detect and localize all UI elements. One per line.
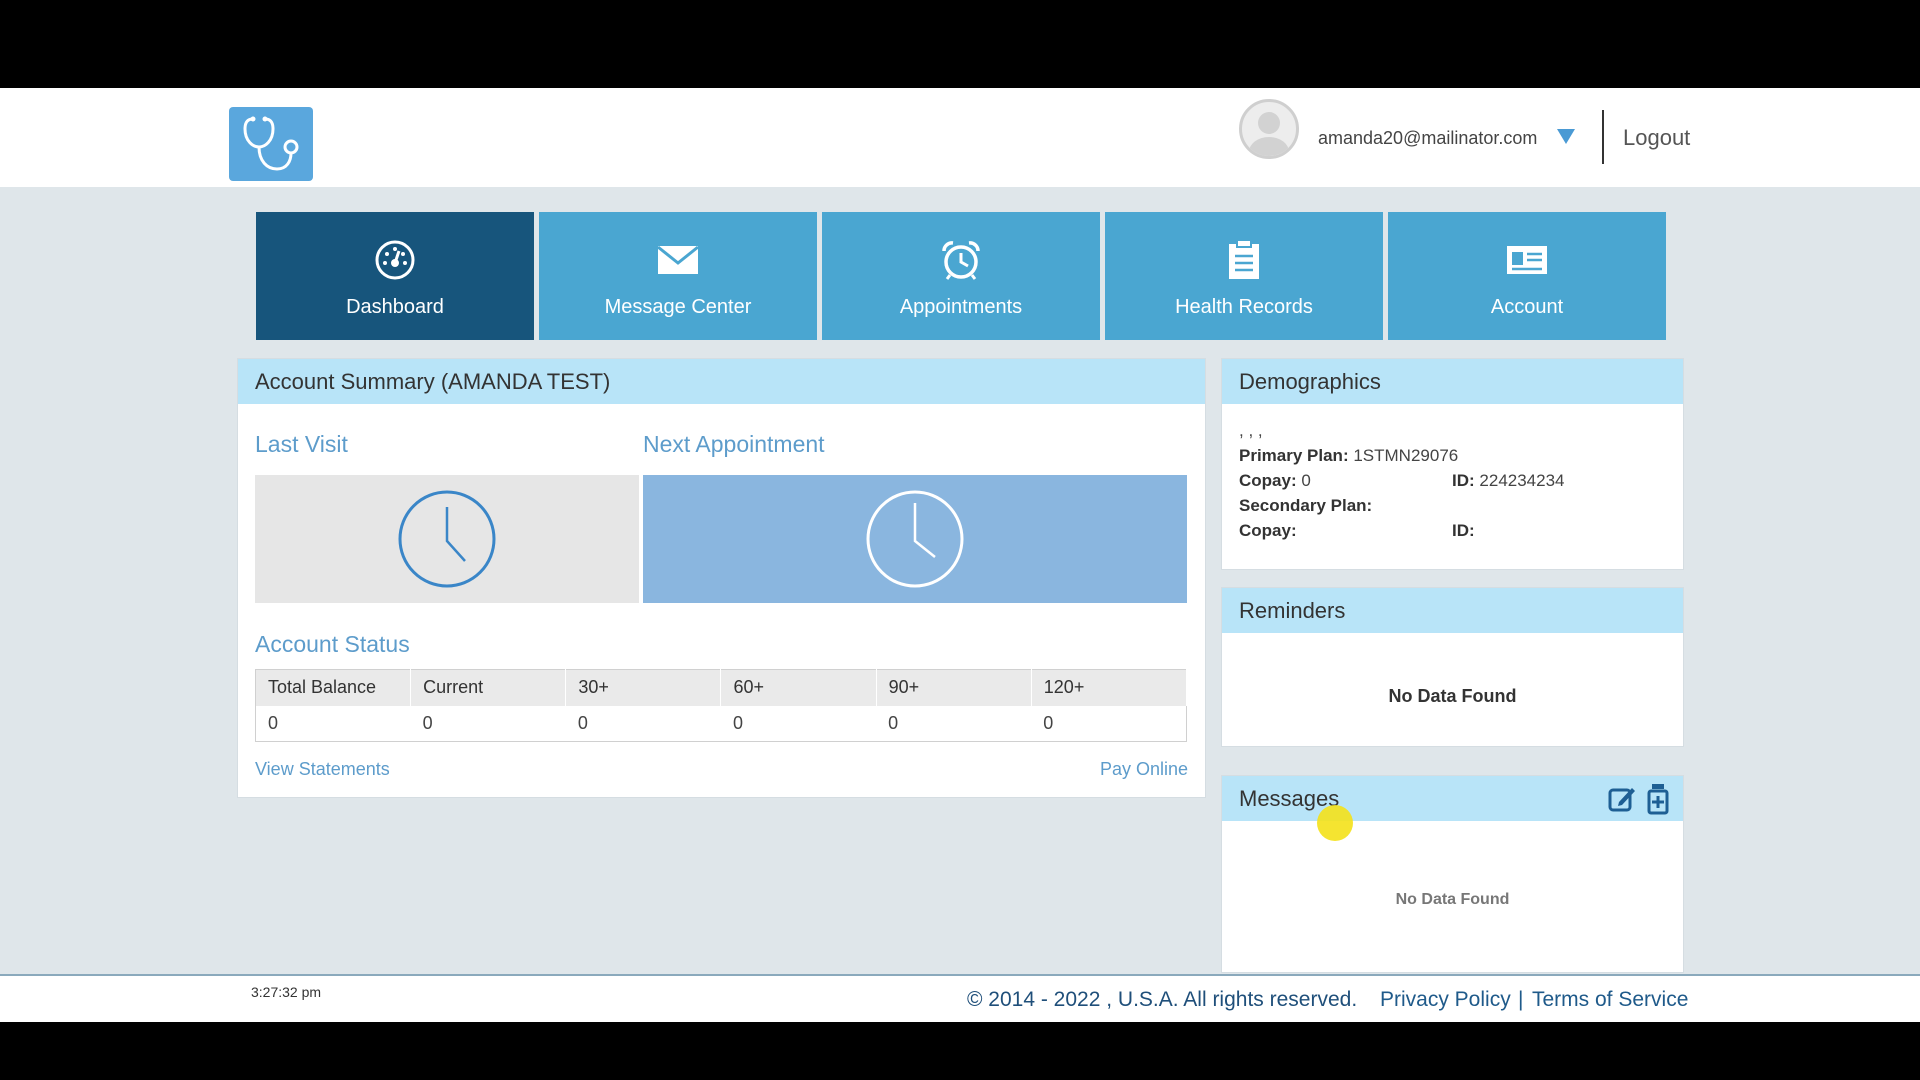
copay-value: 0 bbox=[1301, 471, 1311, 490]
copyright-text: © 2014 - 2022 , U.S.A. All rights reserv… bbox=[967, 988, 1358, 1011]
nav-tile-label: Appointments bbox=[899, 296, 1023, 318]
footer: 3:27:32 pm © 2014 - 2022 , U.S.A. All ri… bbox=[0, 974, 1920, 1022]
logout-link[interactable]: Logout bbox=[1623, 125, 1690, 151]
account-status-table: Total Balance Current 30+ 60+ 90+ 120+ 0… bbox=[255, 669, 1188, 742]
nav-tile-health-records[interactable]: Health Records bbox=[1105, 212, 1383, 340]
table-header-row: Total Balance Current 30+ 60+ 90+ 120+ bbox=[255, 669, 1188, 706]
envelope-icon bbox=[656, 238, 700, 282]
copay-row: Copay: 0 ID: 224234234 bbox=[1239, 468, 1683, 493]
messages-actions bbox=[1607, 783, 1669, 815]
table-cell: 0 bbox=[1043, 712, 1054, 733]
nav-tile-label: Message Center bbox=[604, 296, 752, 318]
stethoscope-icon bbox=[243, 116, 299, 171]
app-screen: amanda20@mailinator.com Logout Dashboard bbox=[0, 88, 1920, 1022]
copay2-label: Copay: bbox=[1239, 521, 1297, 540]
avatar[interactable] bbox=[1239, 99, 1299, 159]
id-value: 224234234 bbox=[1479, 471, 1565, 490]
clock-icon bbox=[866, 490, 964, 588]
header-divider bbox=[1602, 110, 1604, 164]
table-cell: 0 bbox=[732, 712, 743, 733]
id2-cell: ID: bbox=[1452, 518, 1475, 543]
last-visit-label: Last Visit bbox=[255, 431, 348, 457]
table-cell: 0 bbox=[577, 712, 588, 733]
id-card-icon bbox=[1505, 238, 1549, 282]
id-label: ID: bbox=[1452, 471, 1475, 490]
reminders-title: Reminders bbox=[1222, 588, 1683, 633]
copay-label: Copay: bbox=[1239, 471, 1297, 490]
table-row: 0 0 0 0 0 0 bbox=[256, 706, 1187, 742]
privacy-policy-link[interactable]: Privacy Policy bbox=[1380, 988, 1511, 1012]
compose-icon[interactable] bbox=[1607, 784, 1637, 814]
nav-tile-label: Health Records bbox=[1175, 296, 1313, 318]
messages-panel: Messages No Data Found bbox=[1221, 775, 1684, 973]
main-nav: Dashboard Message Center Appointments He… bbox=[256, 212, 1666, 340]
table-header: 30+ bbox=[565, 669, 722, 706]
nav-tile-label: Account bbox=[1490, 296, 1564, 318]
primary-plan-value: 1STMN29076 bbox=[1353, 446, 1459, 465]
table-header: 90+ bbox=[876, 669, 1032, 706]
pay-online-link[interactable]: Pay Online bbox=[1100, 759, 1188, 780]
account-summary-title: Account Summary (AMANDA TEST) bbox=[238, 359, 1205, 404]
nav-tile-account[interactable]: Account bbox=[1388, 212, 1666, 340]
next-appointment-label: Next Appointment bbox=[643, 431, 825, 457]
terms-of-service-link[interactable]: Terms of Service bbox=[1532, 988, 1688, 1012]
messages-empty-text: No Data Found bbox=[1395, 891, 1510, 908]
demographics-body: , , , Primary Plan: 1STMN29076 Copay: 0 … bbox=[1222, 404, 1683, 543]
last-visit-box bbox=[255, 475, 639, 603]
dashboard-gauge-icon bbox=[373, 238, 417, 282]
id-cell: ID: 224234234 bbox=[1452, 468, 1565, 493]
id2-label: ID: bbox=[1452, 521, 1475, 540]
next-appointment-box bbox=[643, 475, 1187, 603]
nav-tile-message-center[interactable]: Message Center bbox=[539, 212, 817, 340]
table-cell: 0 bbox=[268, 712, 279, 733]
secondary-plan-row: Secondary Plan: bbox=[1239, 493, 1683, 518]
account-summary-panel: Account Summary (AMANDA TEST) Last Visit… bbox=[237, 358, 1206, 798]
alarm-clock-icon bbox=[939, 238, 983, 282]
copay2-row: Copay: ID: bbox=[1239, 518, 1683, 543]
nav-tile-label: Dashboard bbox=[346, 296, 444, 318]
footer-clock: 3:27:32 pm bbox=[251, 984, 322, 1000]
reminders-empty-text: No Data Found bbox=[1388, 686, 1517, 706]
user-email[interactable]: amanda20@mailinator.com bbox=[1318, 128, 1537, 149]
footer-separator: | bbox=[1518, 988, 1524, 1011]
table-header: Total Balance bbox=[255, 669, 412, 706]
demographics-panel: Demographics , , , Primary Plan: 1STMN29… bbox=[1221, 358, 1684, 570]
copay-cell: Copay: 0 bbox=[1239, 468, 1452, 493]
table-cell: 0 bbox=[422, 712, 433, 733]
nav-tile-appointments[interactable]: Appointments bbox=[822, 212, 1100, 340]
user-menu-caret-icon[interactable] bbox=[1557, 129, 1575, 144]
account-status-label: Account Status bbox=[255, 631, 410, 657]
nav-tile-dashboard[interactable]: Dashboard bbox=[256, 212, 534, 340]
medication-bottle-icon[interactable] bbox=[1647, 783, 1669, 815]
clock-icon bbox=[398, 490, 496, 588]
user-silhouette-icon bbox=[1249, 112, 1289, 156]
patient-name-line: , , , bbox=[1239, 421, 1263, 440]
logo[interactable] bbox=[229, 107, 313, 181]
header: amanda20@mailinator.com Logout bbox=[0, 88, 1920, 187]
table-cell: 0 bbox=[888, 712, 899, 733]
table-header: 60+ bbox=[720, 669, 877, 706]
demographics-title: Demographics bbox=[1222, 359, 1683, 404]
copay2-cell: Copay: bbox=[1239, 518, 1452, 543]
secondary-plan-label: Secondary Plan: bbox=[1239, 496, 1373, 515]
table-header: Current bbox=[410, 669, 567, 706]
clipboard-icon bbox=[1222, 238, 1266, 282]
messages-header: Messages bbox=[1222, 776, 1683, 821]
reminders-panel: Reminders No Data Found bbox=[1221, 587, 1684, 747]
primary-plan-label: Primary Plan: bbox=[1239, 446, 1349, 465]
cursor-highlight bbox=[1317, 805, 1353, 841]
view-statements-link[interactable]: View Statements bbox=[255, 759, 390, 780]
table-header: 120+ bbox=[1031, 669, 1188, 706]
primary-plan-row: Primary Plan: 1STMN29076 bbox=[1239, 443, 1683, 468]
